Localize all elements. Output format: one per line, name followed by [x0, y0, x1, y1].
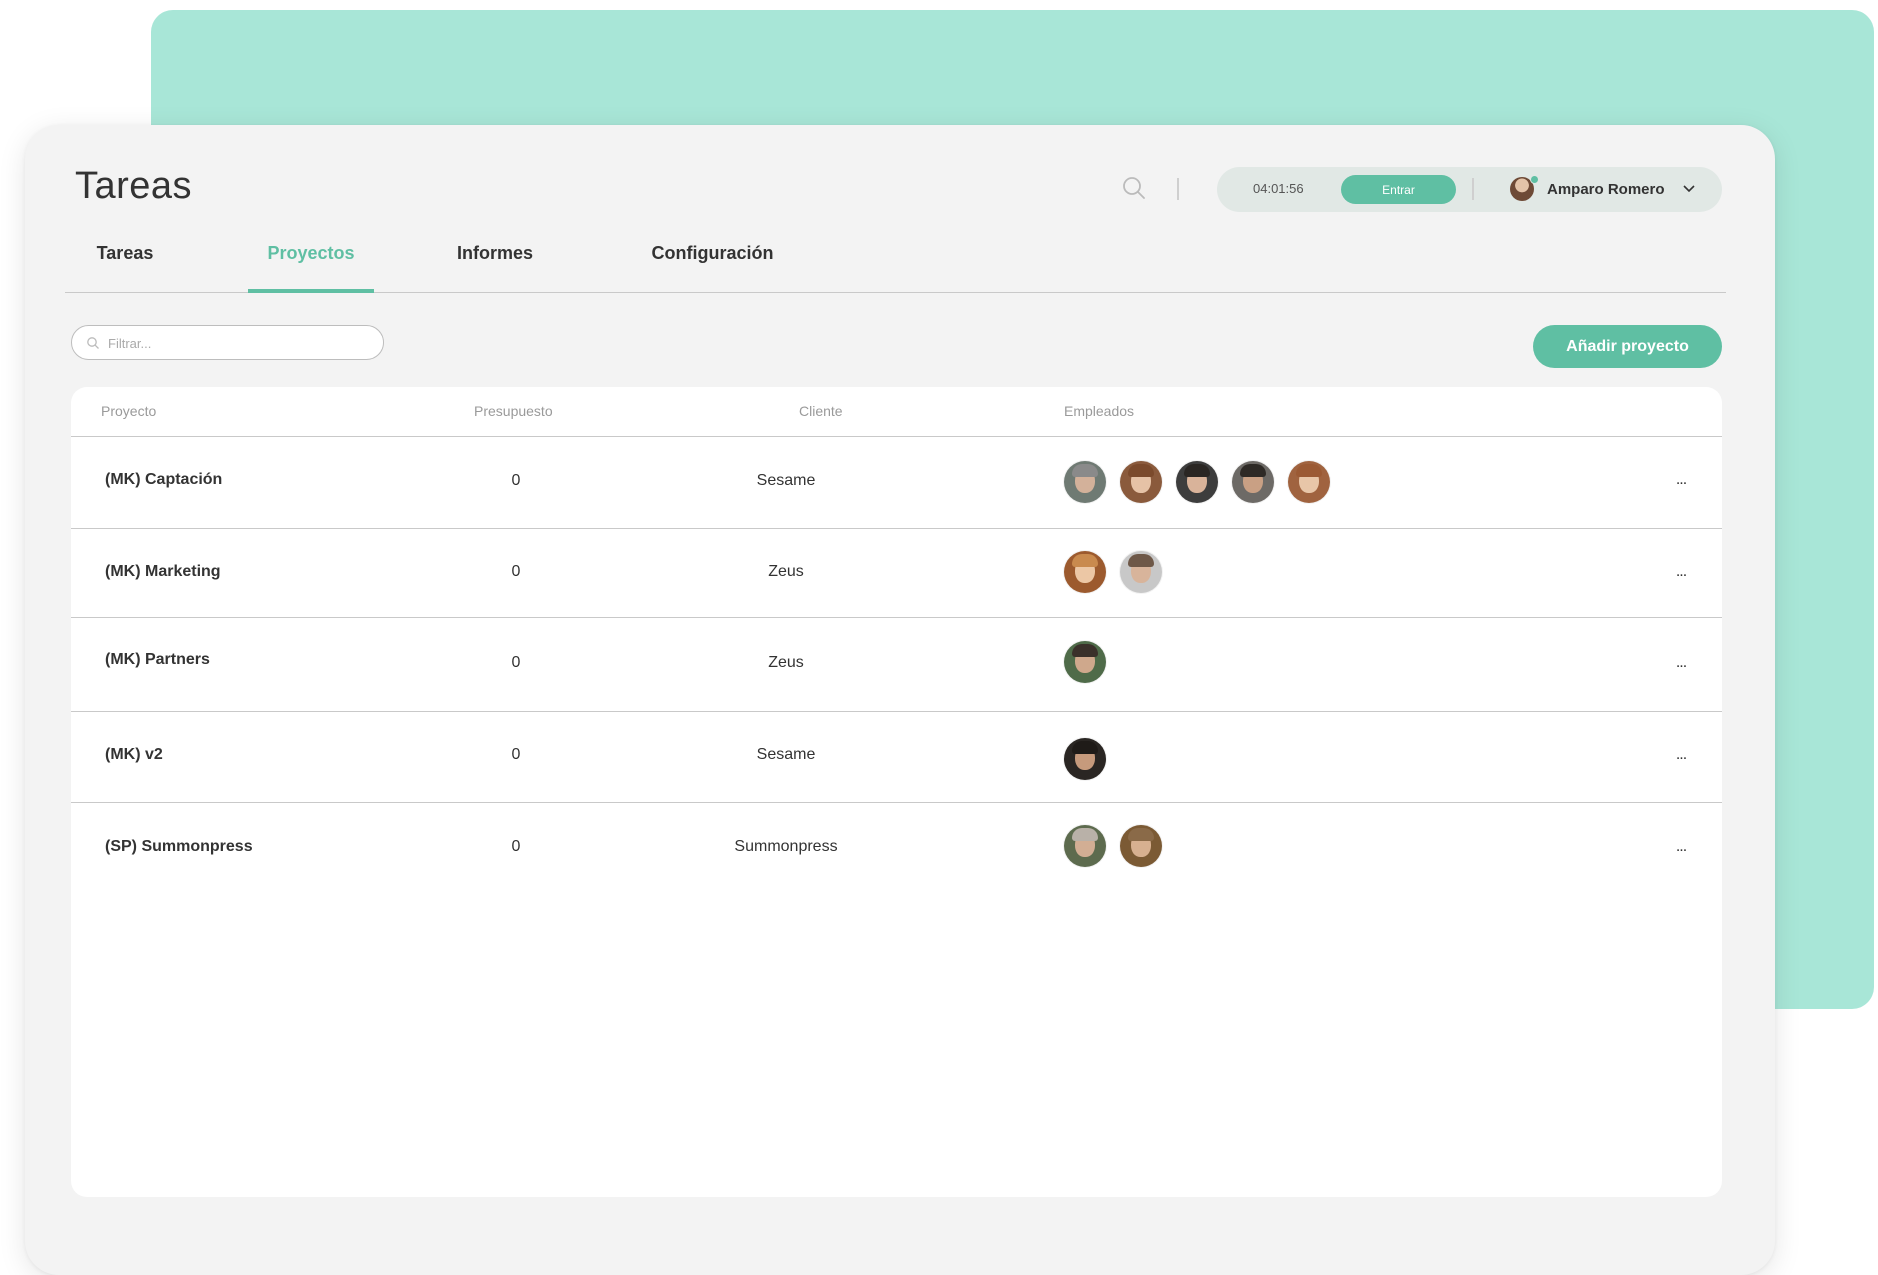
- project-client: Sesame: [756, 472, 816, 489]
- row-more-button[interactable]: ...: [1671, 838, 1691, 856]
- project-budget: 0: [511, 654, 521, 671]
- table-row[interactable]: (SP) Summonpress 0 Summonpress ...: [71, 803, 1722, 895]
- project-client: Sesame: [756, 746, 816, 763]
- avatar[interactable]: [1064, 551, 1106, 593]
- project-name[interactable]: (SP) Summonpress: [105, 838, 253, 856]
- row-more-button[interactable]: ...: [1671, 563, 1691, 581]
- chevron-down-icon[interactable]: [1682, 181, 1696, 195]
- work-timer: 04:01:56: [1253, 181, 1304, 196]
- projects-table: Proyecto Presupuesto Cliente Empleados (…: [71, 387, 1722, 1197]
- widget-divider: [1472, 178, 1474, 200]
- column-header-employees[interactable]: Empleados: [1064, 403, 1134, 419]
- filter-input[interactable]: [108, 333, 368, 353]
- add-project-button[interactable]: Añadir proyecto: [1533, 325, 1722, 368]
- header-divider: [1177, 178, 1179, 200]
- project-name[interactable]: (MK) Captación: [105, 471, 222, 489]
- tab-configuracion[interactable]: Configuración: [630, 243, 795, 293]
- tab-informes[interactable]: Informes: [445, 243, 545, 293]
- project-name[interactable]: (MK) Marketing: [105, 563, 221, 581]
- avatar[interactable]: [1120, 551, 1162, 593]
- project-name[interactable]: (MK) Partners: [105, 651, 210, 669]
- employee-avatars: [1064, 738, 1106, 780]
- project-budget: 0: [511, 838, 521, 855]
- search-icon: [87, 337, 99, 349]
- project-name[interactable]: (MK) v2: [105, 746, 163, 764]
- table-row[interactable]: (MK) Partners 0 Zeus ...: [71, 618, 1722, 712]
- app-window: Tareas 04:01:56 Entrar Amparo Romero Tar…: [25, 125, 1775, 1275]
- project-budget: 0: [511, 563, 521, 580]
- clock-in-button[interactable]: Entrar: [1341, 175, 1456, 204]
- clock-in-widget: 04:01:56 Entrar Amparo Romero: [1217, 167, 1722, 212]
- avatar[interactable]: [1288, 461, 1330, 503]
- avatar[interactable]: [1176, 461, 1218, 503]
- avatar[interactable]: [1064, 738, 1106, 780]
- project-client: Summonpress: [734, 838, 838, 855]
- row-more-button[interactable]: ...: [1671, 654, 1691, 672]
- row-more-button[interactable]: ...: [1671, 746, 1691, 764]
- filter-field[interactable]: [71, 325, 384, 360]
- project-client: Zeus: [768, 563, 804, 580]
- avatar[interactable]: [1064, 825, 1106, 867]
- project-budget: 0: [511, 472, 521, 489]
- project-budget: 0: [511, 746, 521, 763]
- avatar[interactable]: [1232, 461, 1274, 503]
- row-more-button[interactable]: ...: [1671, 471, 1691, 489]
- tab-proyectos[interactable]: Proyectos: [248, 243, 374, 293]
- avatar[interactable]: [1120, 461, 1162, 503]
- table-row[interactable]: (MK) Marketing 0 Zeus ...: [71, 529, 1722, 618]
- employee-avatars: [1064, 551, 1162, 593]
- online-status-indicator: [1530, 175, 1539, 184]
- tab-tareas[interactable]: Tareas: [77, 243, 173, 293]
- employee-avatars: [1064, 461, 1330, 503]
- column-header-budget[interactable]: Presupuesto: [474, 403, 553, 419]
- avatar[interactable]: [1064, 461, 1106, 503]
- search-icon[interactable]: [1121, 175, 1147, 201]
- page-title: Tareas: [75, 165, 193, 207]
- avatar[interactable]: [1120, 825, 1162, 867]
- avatar[interactable]: [1064, 641, 1106, 683]
- column-header-client[interactable]: Cliente: [799, 403, 843, 419]
- table-header: Proyecto Presupuesto Cliente Empleados: [71, 387, 1722, 437]
- table-row[interactable]: (MK) v2 0 Sesame ...: [71, 712, 1722, 803]
- employee-avatars: [1064, 825, 1162, 867]
- project-client: Zeus: [768, 654, 804, 671]
- tab-bar: Tareas Proyectos Informes Configuración: [65, 243, 1726, 293]
- employee-avatars: [1064, 641, 1106, 683]
- table-row[interactable]: (MK) Captación 0 Sesame ...: [71, 437, 1722, 529]
- column-header-project[interactable]: Proyecto: [101, 403, 156, 419]
- user-name[interactable]: Amparo Romero: [1547, 181, 1665, 198]
